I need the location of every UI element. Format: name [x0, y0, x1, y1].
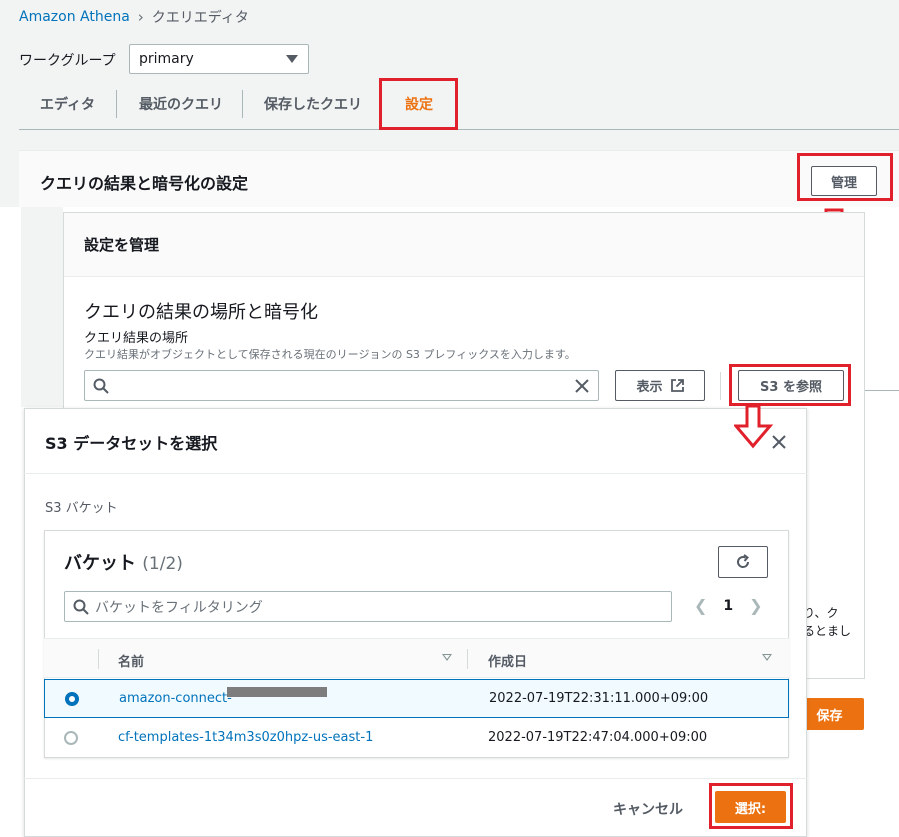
results-location-input[interactable] — [84, 370, 599, 401]
close-icon[interactable] — [771, 434, 787, 450]
table-header-row: 名前 作成日 — [44, 638, 789, 678]
workgroup-label: ワークグループ — [19, 53, 116, 69]
pagination: ❮ 1 ❯ — [694, 596, 763, 615]
cancel-button[interactable]: キャンセル — [613, 799, 683, 819]
divider — [24, 778, 807, 779]
manage-settings-header — [64, 213, 864, 277]
search-icon — [93, 378, 109, 394]
query-settings-title: クエリの結果と暗号化の設定 — [40, 174, 249, 193]
page-background — [865, 390, 899, 837]
bucket-filter-placeholder: バケットをフィルタリング — [95, 599, 263, 616]
tab-editor[interactable]: エディタ — [40, 94, 95, 114]
external-link-icon — [670, 379, 684, 392]
table-row[interactable]: amazon-connect- 2022-07-19T22:31:11.000+… — [44, 679, 789, 718]
s3-bucket-label: S3 バケット — [45, 501, 118, 516]
bucket-created-date: 2022-07-19T22:31:11.000+09:00 — [489, 691, 709, 706]
row-radio-button[interactable] — [65, 692, 79, 706]
bucket-created-date: 2022-07-19T22:47:04.000+09:00 — [488, 730, 708, 745]
divider — [24, 473, 807, 474]
column-header-created[interactable]: 作成日 — [488, 651, 527, 670]
annotation-highlight-browse-s3 — [729, 364, 851, 406]
table-row[interactable]: cf-templates-1t34m3s0z0hpz-us-east-1 202… — [44, 719, 789, 758]
search-icon — [73, 599, 89, 615]
row-radio-button[interactable] — [64, 731, 78, 745]
tab-divider — [116, 90, 117, 118]
annotation-highlight-select — [709, 783, 793, 829]
breadcrumb-athena-link[interactable]: Amazon Athena — [19, 9, 130, 25]
workgroup-select[interactable]: primary — [129, 44, 309, 74]
breadcrumb-separator-icon: › — [137, 8, 144, 26]
results-location-label: クエリ結果の場所 — [84, 331, 189, 346]
partial-text-line: り、ク — [803, 606, 839, 620]
column-divider — [98, 649, 99, 669]
tab-recent-queries[interactable]: 最近のクエリ — [139, 94, 223, 114]
panel-background — [21, 207, 63, 407]
sort-icon[interactable] — [762, 654, 772, 661]
partial-obscured-text: り、ク るとまし — [803, 604, 863, 640]
partial-text-line: るとまし — [803, 624, 852, 638]
view-button[interactable]: 表示 — [615, 370, 705, 401]
page-number[interactable]: 1 — [723, 598, 733, 614]
workgroup-value: primary — [139, 51, 194, 67]
buckets-title: バケット — [64, 553, 136, 574]
annotation-highlight-settings-tab — [379, 78, 458, 130]
redacted-text — [227, 687, 327, 697]
manage-settings-title: 設定を管理 — [84, 236, 160, 254]
tab-divider — [242, 90, 243, 118]
view-button-label: 表示 — [636, 380, 663, 395]
sort-icon[interactable] — [442, 654, 452, 661]
divider — [720, 372, 721, 400]
column-header-name[interactable]: 名前 — [118, 651, 144, 670]
modal-title: S3 データセットを選択 — [45, 434, 218, 453]
editor-tabs: エディタ 最近のクエリ 保存したクエリ 設定 — [19, 80, 899, 130]
breadcrumb-current: クエリエディタ — [151, 10, 249, 26]
down-arrow-annotation-icon — [734, 404, 774, 449]
dropdown-caret-icon — [286, 55, 298, 63]
column-divider — [467, 649, 468, 669]
refresh-button[interactable] — [718, 546, 768, 578]
bucket-filter-input[interactable]: バケットをフィルタリング — [64, 591, 672, 622]
results-location-description: クエリ結果がオブジェクトとして保存される現在のリージョンの S3 プレフィックス… — [84, 348, 576, 361]
bucket-name-link[interactable]: amazon-connect- — [119, 691, 232, 706]
buckets-count: (1/2) — [142, 554, 183, 574]
breadcrumb: Amazon Athena › クエリエディタ — [19, 7, 249, 27]
annotation-highlight-manage — [797, 153, 893, 201]
chevron-right-icon[interactable]: ❯ — [749, 596, 762, 615]
bucket-name-link[interactable]: cf-templates-1t34m3s0z0hpz-us-east-1 — [118, 730, 373, 745]
refresh-icon — [737, 554, 750, 568]
tab-saved-queries[interactable]: 保存したクエリ — [264, 94, 362, 114]
buckets-heading: バケット (1/2) — [64, 549, 183, 575]
results-location-section-title: クエリの結果の場所と暗号化 — [84, 302, 318, 323]
clear-icon[interactable] — [575, 379, 589, 393]
chevron-left-icon[interactable]: ❮ — [694, 596, 707, 615]
